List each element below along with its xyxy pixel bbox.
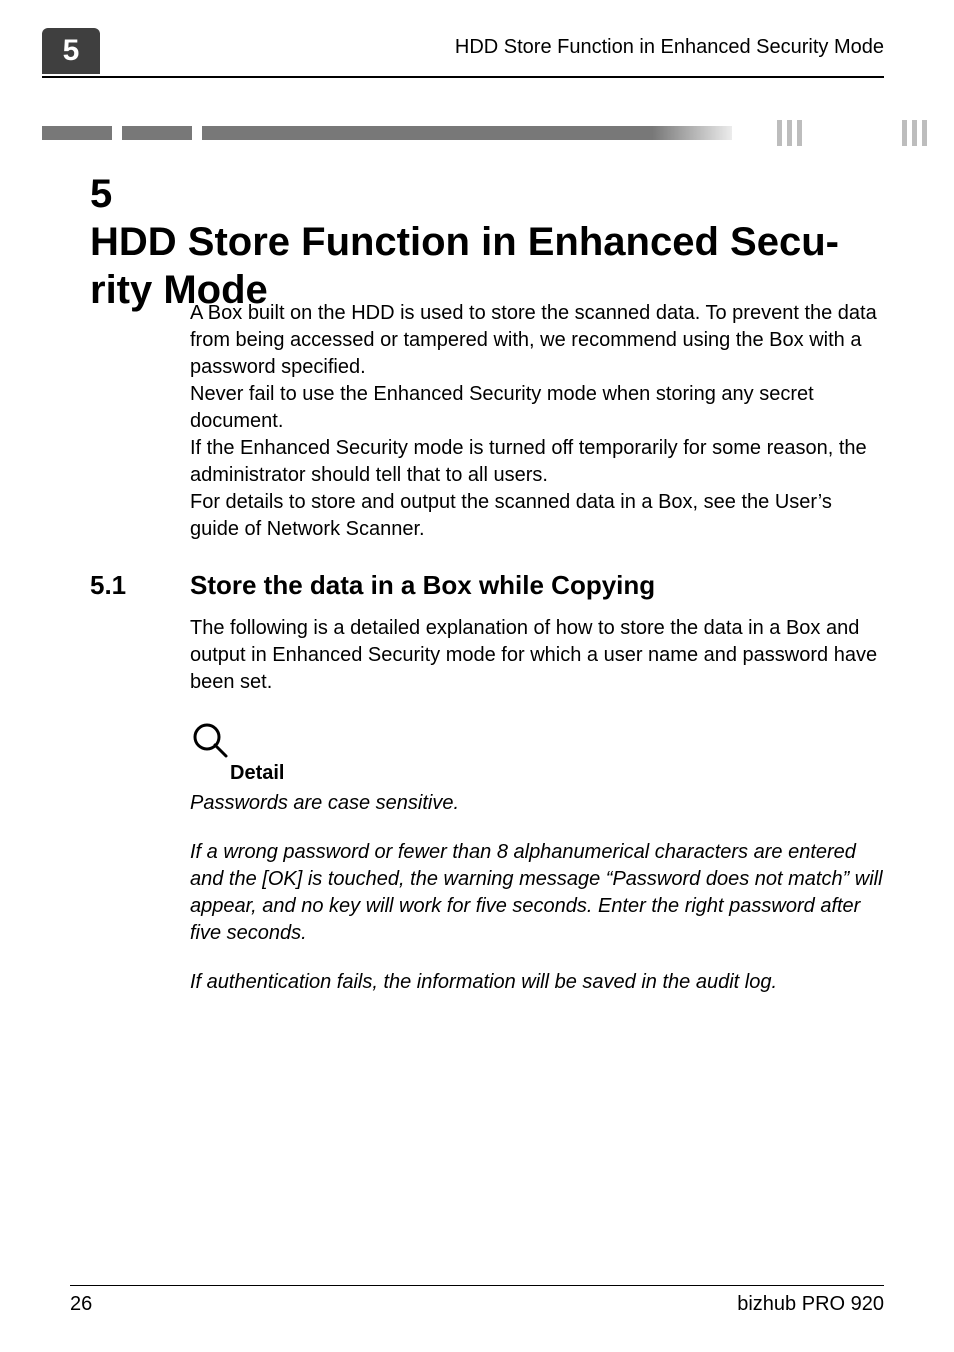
- bar-tick: [912, 120, 917, 146]
- intro-paragraph: Never fail to use the Enhanced Security …: [190, 381, 884, 435]
- intro-paragraph: A Box built on the HDD is used to store …: [190, 300, 884, 381]
- detail-paragraph: Passwords are case sensitive.: [190, 790, 884, 817]
- magnifier-icon: [190, 720, 230, 760]
- detail-paragraph: If a wrong password or fewer than 8 alph…: [190, 839, 884, 947]
- bar-tick: [922, 120, 927, 146]
- heading-number: 5: [90, 170, 190, 218]
- heading-title-line1: HDD Store Function in Enhanced Secu-: [90, 220, 839, 264]
- footer-product: bizhub PRO 920: [737, 1293, 884, 1316]
- intro-paragraph: For details to store and output the scan…: [190, 489, 884, 543]
- page: 5 HDD Store Function in Enhanced Securit…: [0, 0, 954, 1352]
- header-rule: [42, 76, 884, 78]
- bar-tick: [777, 120, 782, 146]
- chapter-tab: 5: [42, 28, 100, 74]
- section-body: The following is a detailed explanation …: [190, 615, 884, 696]
- footer-rule: [70, 1285, 884, 1287]
- decorative-bars: [42, 120, 954, 146]
- section-number: 5.1: [90, 570, 190, 601]
- detail-label: Detail: [230, 762, 284, 785]
- detail-text: Passwords are case sensitive. If a wrong…: [190, 790, 884, 996]
- bar-tick: [902, 120, 907, 146]
- section-heading: 5.1Store the data in a Box while Copying: [90, 570, 884, 601]
- intro-body: A Box built on the HDD is used to store …: [190, 300, 884, 543]
- bar-segment: [202, 126, 732, 140]
- bar-tick: [797, 120, 802, 146]
- bar-tick: [787, 120, 792, 146]
- intro-paragraph: If the Enhanced Security mode is turned …: [190, 435, 884, 489]
- bar-segment: [122, 126, 192, 140]
- detail-paragraph: If authentication fails, the information…: [190, 969, 884, 996]
- chapter-heading: 5HDD Store Function in Enhanced Secu-rit…: [90, 170, 884, 314]
- section-title: Store the data in a Box while Copying: [190, 570, 655, 600]
- chapter-number: 5: [63, 34, 80, 68]
- running-header: HDD Store Function in Enhanced Security …: [455, 36, 884, 59]
- bar-segment: [42, 126, 112, 140]
- footer-page-number: 26: [70, 1293, 92, 1316]
